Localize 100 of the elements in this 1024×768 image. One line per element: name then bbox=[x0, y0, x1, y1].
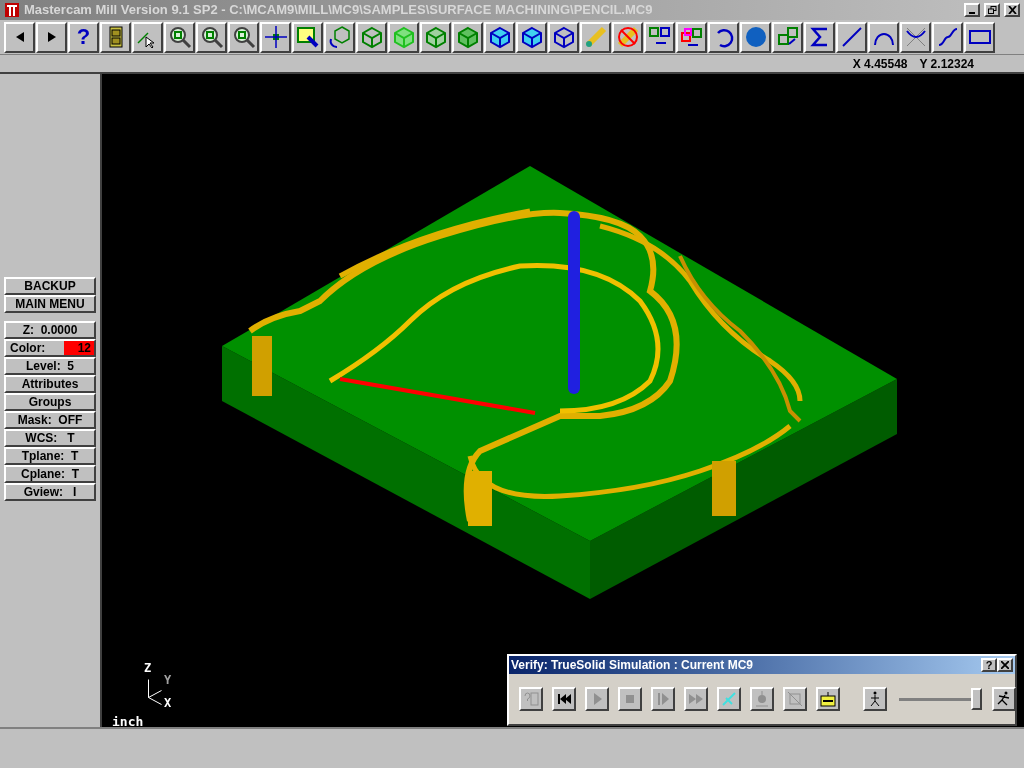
verify-button[interactable] bbox=[992, 687, 1016, 711]
verify-button[interactable] bbox=[552, 687, 576, 711]
menu-button[interactable]: BACKUP bbox=[4, 277, 96, 295]
toolbar-button[interactable] bbox=[452, 21, 483, 53]
verify-button[interactable] bbox=[651, 687, 675, 711]
toolbar-button[interactable] bbox=[644, 21, 675, 53]
verify-button[interactable] bbox=[585, 687, 609, 711]
verify-button[interactable] bbox=[717, 687, 741, 711]
no-pencil-icon bbox=[615, 25, 640, 49]
minimize-button[interactable] bbox=[964, 3, 980, 17]
cube-icon bbox=[423, 25, 448, 49]
z-axis-label: Z bbox=[144, 660, 152, 677]
toolbar-button[interactable] bbox=[772, 21, 803, 53]
app-logo-icon bbox=[4, 2, 20, 18]
no-select-icon bbox=[786, 690, 804, 708]
toolbar-button[interactable] bbox=[100, 21, 131, 53]
toolbar-button[interactable] bbox=[548, 21, 579, 53]
verify-button[interactable] bbox=[863, 687, 887, 711]
cube-icon bbox=[391, 25, 416, 49]
cube-icon bbox=[519, 25, 544, 49]
toolbar-button[interactable] bbox=[36, 21, 67, 53]
toolbar-button[interactable]: ? bbox=[68, 21, 99, 53]
toolbar-button[interactable] bbox=[612, 21, 643, 53]
toolbar-button[interactable] bbox=[324, 21, 355, 53]
zoom-icon bbox=[199, 25, 224, 49]
toolbar-button[interactable] bbox=[676, 21, 707, 53]
window-title: Mastercam Mill Version 9.1 SP2 - C:\MCAM9\MILL\MC9\SAMPLES\SURFACE MACHINING\PENCIL.MC9 bbox=[24, 1, 654, 20]
toolbar-button[interactable] bbox=[868, 21, 899, 53]
tool-icon bbox=[720, 690, 738, 708]
toolbar-button[interactable] bbox=[580, 21, 611, 53]
zoom-icon bbox=[231, 25, 256, 49]
toolbar-button[interactable] bbox=[196, 21, 227, 53]
sphere-icon bbox=[743, 25, 768, 49]
toolbar-button[interactable] bbox=[164, 21, 195, 53]
verify-button[interactable] bbox=[750, 687, 774, 711]
close-icon bbox=[1001, 661, 1009, 669]
toolbar-button[interactable] bbox=[4, 21, 35, 53]
menu-button[interactable]: MAIN MENU bbox=[4, 295, 96, 313]
left-arrow-icon bbox=[15, 32, 24, 42]
cube-icon bbox=[487, 25, 512, 49]
right-arrow-icon bbox=[47, 32, 56, 42]
help-icon: ? bbox=[76, 26, 91, 48]
restore-button[interactable] bbox=[984, 3, 1000, 17]
verify-button[interactable] bbox=[519, 687, 543, 711]
units-label: inch bbox=[112, 713, 144, 731]
pan-icon bbox=[263, 25, 288, 49]
toolbar-button[interactable] bbox=[260, 21, 291, 53]
zoom-icon bbox=[167, 25, 192, 49]
close-button[interactable] bbox=[1004, 3, 1020, 17]
cube-icon bbox=[359, 25, 384, 49]
toolbar-button[interactable] bbox=[420, 21, 451, 53]
menu-button[interactable]: Gview: I bbox=[4, 483, 96, 501]
x-axis-label: X bbox=[164, 695, 172, 712]
menu-button[interactable]: Attributes bbox=[4, 375, 96, 393]
toolbar-button[interactable] bbox=[484, 21, 515, 53]
toolbar-button[interactable] bbox=[388, 21, 419, 53]
help-button[interactable]: ? bbox=[981, 658, 997, 672]
close-icon bbox=[1007, 6, 1017, 14]
menu-button[interactable]: Z: 0.0000 bbox=[4, 321, 96, 339]
verify-button[interactable] bbox=[684, 687, 708, 711]
menu-button[interactable]: Level: 5 bbox=[4, 357, 96, 375]
toolbar-button[interactable] bbox=[356, 21, 387, 53]
toolbar-button[interactable] bbox=[836, 21, 867, 53]
fillet-icon bbox=[903, 25, 928, 49]
toolbar-button[interactable] bbox=[804, 21, 835, 53]
brush-icon bbox=[295, 25, 320, 49]
rotate-cube-icon bbox=[327, 25, 352, 49]
verify-button[interactable] bbox=[816, 687, 840, 711]
toolbar-button[interactable] bbox=[964, 21, 995, 53]
menu-button[interactable]: Cplane: T bbox=[4, 465, 96, 483]
toolbar-button[interactable] bbox=[228, 21, 259, 53]
color-label: Color: bbox=[10, 342, 46, 354]
menu-button[interactable]: WCS: T bbox=[4, 429, 96, 447]
menu-button[interactable]: Tplane: T bbox=[4, 447, 96, 465]
toolbar-button[interactable] bbox=[292, 21, 323, 53]
color-menu-button[interactable]: Color: 12 bbox=[4, 339, 96, 357]
toolbar-button[interactable] bbox=[740, 21, 771, 53]
copy-icon bbox=[679, 25, 704, 49]
menu-button[interactable]: Mask: OFF bbox=[4, 411, 96, 429]
toolbar-button[interactable] bbox=[900, 21, 931, 53]
y-coordinate: Y 2.12324 bbox=[919, 55, 974, 73]
pencil-icon bbox=[583, 25, 608, 49]
close-button[interactable] bbox=[997, 658, 1013, 672]
toolbar-button[interactable] bbox=[132, 21, 163, 53]
dialog-title: Verify: TrueSolid Simulation : Current MC9 bbox=[511, 657, 755, 674]
color-swatch: 12 bbox=[64, 341, 94, 355]
toolbar-button[interactable] bbox=[708, 21, 739, 53]
y-axis-label: Y bbox=[164, 672, 172, 689]
verify-button[interactable] bbox=[783, 687, 807, 711]
verify-button[interactable] bbox=[618, 687, 642, 711]
toolbar-button[interactable] bbox=[516, 21, 547, 53]
x-coordinate: X 4.45548 bbox=[852, 55, 908, 73]
menu-button[interactable]: Groups bbox=[4, 393, 96, 411]
slider-thumb[interactable] bbox=[971, 688, 983, 710]
toolbar-button[interactable] bbox=[932, 21, 963, 53]
restore-icon bbox=[987, 6, 997, 14]
cube-icon bbox=[455, 25, 480, 49]
light-icon bbox=[753, 690, 771, 708]
stl-file-icon bbox=[819, 690, 837, 708]
axis-indicator-icon bbox=[148, 679, 162, 705]
